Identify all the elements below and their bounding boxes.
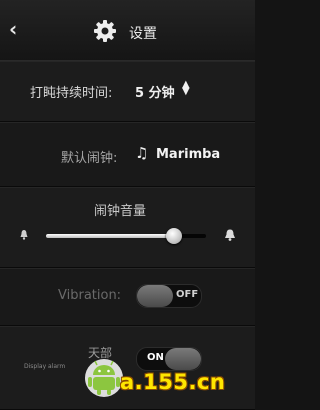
toggle-state-text: OFF — [176, 289, 199, 300]
header-bar: ‹ 设置 — [0, 0, 255, 61]
toggle-state-text: ON — [147, 352, 164, 363]
default-alarm-row[interactable]: 默认闹钟: ♫ Marimba — [0, 122, 255, 187]
snooze-duration-row[interactable]: 打盹持续时间: 5 分钟 ▲ ▼ — [0, 61, 255, 122]
volume-slider-fill — [46, 234, 174, 238]
volume-slider-track[interactable] — [46, 234, 206, 238]
gear-icon — [94, 20, 116, 42]
default-alarm-label: 默认闹钟: — [61, 151, 118, 166]
watermark-text: a.155.cn — [120, 370, 226, 394]
volume-slider-handle[interactable] — [166, 228, 182, 244]
bell-large-icon — [225, 229, 235, 241]
display-alarm-toggle[interactable]: ON — [136, 347, 202, 371]
page-title: 设置 — [129, 26, 157, 42]
display-alarm-label: Display alarm — [24, 363, 66, 370]
bell-small-icon — [20, 230, 28, 240]
vibration-label: Vibration: — [58, 288, 122, 303]
snooze-duration-label: 打盹持续时间: — [30, 86, 113, 101]
android-robot-icon — [85, 359, 123, 397]
vibration-toggle[interactable]: OFF — [136, 284, 202, 308]
toggle-knob — [165, 348, 201, 370]
music-note-icon: ♫ — [135, 144, 149, 162]
toggle-knob — [137, 285, 173, 307]
display-alarm-row: Display alarm 天部 ON — [0, 326, 255, 410]
alarm-volume-row: 闹钟音量 — [0, 187, 255, 268]
alarm-volume-label: 闹钟音量 — [94, 204, 147, 219]
default-alarm-value[interactable]: Marimba — [156, 147, 220, 162]
snooze-duration-value[interactable]: 5 分钟 — [135, 82, 175, 101]
chevron-left-icon[interactable]: ‹ — [9, 18, 27, 40]
vibration-row: Vibration: OFF — [0, 268, 255, 326]
up-down-arrows-icon[interactable]: ▲ ▼ — [182, 80, 190, 97]
